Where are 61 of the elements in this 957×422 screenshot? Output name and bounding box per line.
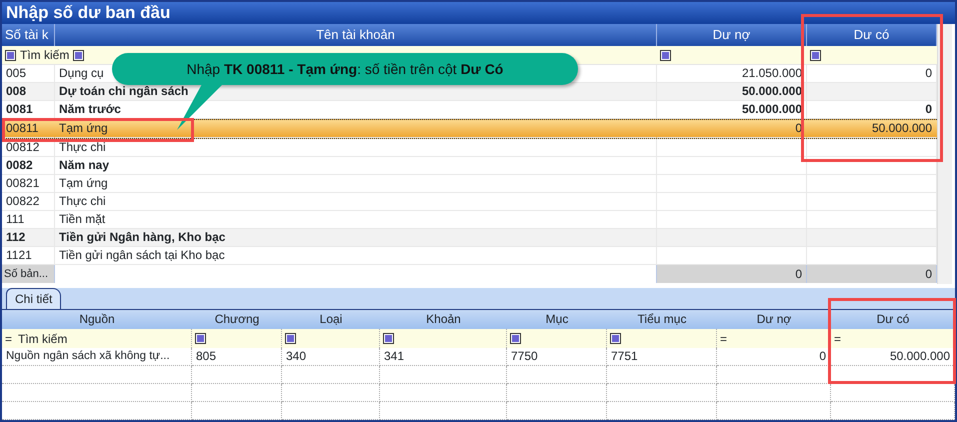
filter-toggle-icon[interactable] [810,50,821,60]
column-header: Dư có [831,310,955,329]
footer-total: 0 [657,265,807,283]
table-cell: Dự toán chi ngân sách [59,84,188,98]
table-cell: Dụng cụ [59,66,104,80]
table-cell: 112 [2,229,55,247]
column-header: Mục [507,310,607,329]
column-header: Số tài k [2,24,55,46]
table-cell: Tiền gửi ngân sách tại Kho bạc [59,248,225,262]
filter-toggle-icon[interactable] [383,333,394,344]
table-cell: Năm nay [59,158,110,172]
search-label: Tìm kiếm [18,330,68,348]
table-row[interactable]: 112 Tiền gửi Ngân hàng, Kho bạc [2,229,937,247]
table-cell: Năm trước [59,102,121,116]
table-cell: 50.000.000 [657,83,807,101]
filter-toggle-icon[interactable] [660,50,671,60]
column-header: Khoản [380,310,507,329]
table-cell: 00822 [2,193,55,211]
table-cell: Tạm ứng [59,176,108,190]
table-cell: 00812 [2,139,55,157]
table-cell: Tiền gửi Ngân hàng, Kho bạc [59,230,226,244]
table-cell: 0081 [2,101,55,119]
filter-toggle-icon[interactable] [510,333,521,344]
table-cell: 805 [192,348,282,366]
filter-operator[interactable]: = [720,330,728,348]
tab[interactable]: Chi tiết [6,288,62,309]
table-cell: Thực chi [59,194,106,208]
column-header: Nguồn [2,310,192,329]
table-cell: Nguồn ngân sách xã không tự... [2,348,192,366]
table-cell: Tạm ứng [59,121,108,135]
column-header: Loại [282,310,380,329]
column-header: Dư nợ [717,310,831,329]
table-cell: Thực chi [59,140,106,154]
table-row[interactable]: 008 Dự toán chi ngân sách 50.000.000 [2,83,937,101]
filter-toggle-icon[interactable] [285,333,296,344]
column-header: Tiểu mục [607,310,717,329]
filter-operator[interactable]: = [834,330,842,348]
table-cell: 00811 [2,120,55,138]
table-cell: 341 [380,348,507,366]
table-cell: 00821 [2,175,55,193]
table-cell: 7751 [607,348,717,366]
footer-label: Số bản... [2,265,55,283]
filter-toggle-icon[interactable] [195,333,206,344]
column-header: Tên tài khoản [55,24,657,46]
filter-operator[interactable]: = [5,330,12,348]
filter-toggle-icon[interactable] [610,333,621,344]
table-cell: 0 [717,348,831,366]
table-cell: 7750 [507,348,607,366]
table-cell: 50.000.000 [831,348,955,366]
column-header: Dư có [807,24,937,46]
filter-toggle-icon[interactable] [73,50,84,60]
table-cell: 008 [2,83,55,101]
window-title: Nhập số dư ban đầu [2,2,955,24]
column-header: Dư nợ [657,24,807,46]
search-label: Tìm kiếm [20,47,70,64]
table-cell: 340 [282,348,380,366]
table-cell: Tiền mặt [59,212,106,226]
column-header: Chương [192,310,282,329]
footer-total: 0 [807,265,937,283]
filter-toggle-icon[interactable] [5,50,16,60]
table-cell: 0082 [2,157,55,175]
